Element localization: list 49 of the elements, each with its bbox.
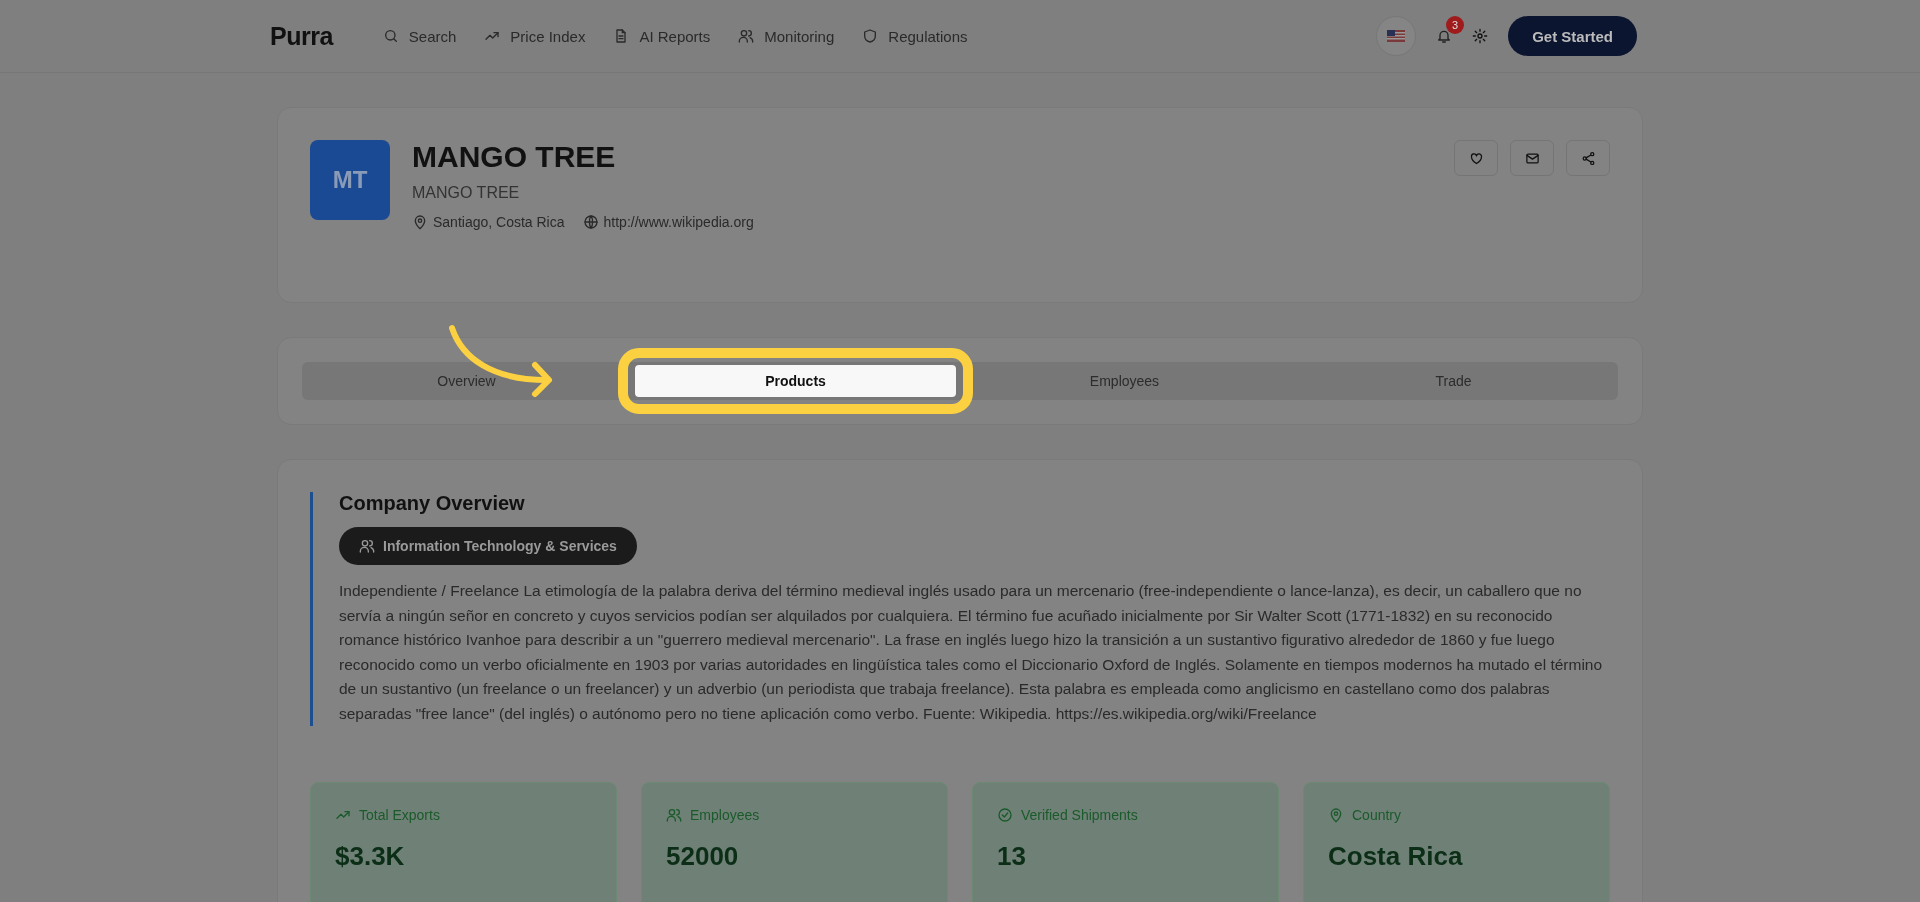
settings-button[interactable] (1472, 28, 1489, 44)
language-button[interactable] (1376, 16, 1417, 56)
favorite-button[interactable] (1454, 140, 1498, 176)
tab[interactable]: Employees (964, 362, 1285, 400)
company-name: MANGO TREE (412, 140, 617, 174)
check-circle-icon (997, 807, 1013, 823)
users-icon (666, 807, 682, 823)
flag-icon (1387, 30, 1406, 42)
tab[interactable]: Products (635, 365, 956, 397)
company-description: Independiente / Freelance La etimología de la palabra deriva del término medieval inglés usado para un mercenario (free-independiente o lance-lanza), es decir, un caballero que no servía a ningún señor en concreto y cuyos servicios podían ser alquilados por cualquiera. El término fue acuñado inicialmente por Sir Walter Scott (1771-1832) en su reconocido romance histórico Ivanhoe para describir a un "guerrero medieval mercenario". La frase en inglés luego hizo la transición a un sustantivo figurativo alrededor de 1860 y fue luego reconocido como un verbo oficialmente en 1903 por varias autoridades en lingüística tales como el Diccionario Oxford de Inglés. Solamente en tiempos modernos ha mutado el término de un sustantivo (un freelance o un freelancer) y un adverbio (un periodista que trabaja freelance). Esta palabra es empleada como anglicismo en castellano como dos palabras separadas "free lance" (del inglés) o autónomo pero no tiene aplicación como verbo. Fuente: Wikipedia. https://es.wikipedia.org/wiki/Freelance (339, 581, 1604, 724)
nav-link[interactable]: Price Index (484, 27, 586, 45)
location-text: Santiago, Costa Rica (433, 214, 565, 230)
mail-icon (1524, 150, 1540, 166)
stat-label: Total Exports (359, 807, 440, 823)
website-link[interactable]: http://www.wikipedia.org (603, 214, 754, 230)
stat-label: Country (1352, 807, 1402, 823)
heart-icon (1468, 150, 1484, 166)
stat-value: 13 (997, 841, 1027, 872)
get-started-button[interactable]: Get Started (1508, 16, 1637, 56)
stat-value: 52000 (666, 841, 740, 872)
nav-link[interactable]: Regulations (862, 27, 968, 45)
tab[interactable]: Overview (306, 362, 627, 400)
stat-value: $3.3K (335, 841, 406, 872)
industry-label: Information Technology & Services (383, 538, 617, 554)
email-button[interactable] (1510, 140, 1554, 176)
notification-badge: 3 (1446, 16, 1465, 34)
share-button[interactable] (1566, 140, 1610, 176)
company-avatar: MT (310, 140, 390, 220)
logo[interactable]: Purra (270, 21, 333, 51)
users-icon (359, 538, 375, 554)
stat-label: Verified Shipments (1021, 807, 1138, 823)
shield-icon (862, 28, 879, 44)
nav-link[interactable]: Search (382, 27, 457, 45)
stat-label: Employees (690, 807, 760, 823)
pin-icon (1328, 807, 1344, 823)
stat-value: Costa Rica (1328, 841, 1464, 872)
nav-link[interactable]: Monitoring (738, 27, 835, 45)
bell-icon (1436, 28, 1453, 44)
globe-icon (582, 214, 599, 230)
nav-link[interactable]: AI Reports (613, 27, 711, 45)
company-subtitle: MANGO TREE (412, 184, 521, 202)
section-title: Company Overview (339, 492, 526, 515)
settings-icon (1472, 28, 1489, 44)
search-icon (382, 28, 399, 44)
pin-icon (412, 214, 428, 230)
share-icon (1580, 150, 1596, 166)
tab[interactable]: Trade (1293, 362, 1614, 400)
notifications-button[interactable]: 3 (1436, 16, 1465, 44)
users-icon (738, 28, 755, 44)
